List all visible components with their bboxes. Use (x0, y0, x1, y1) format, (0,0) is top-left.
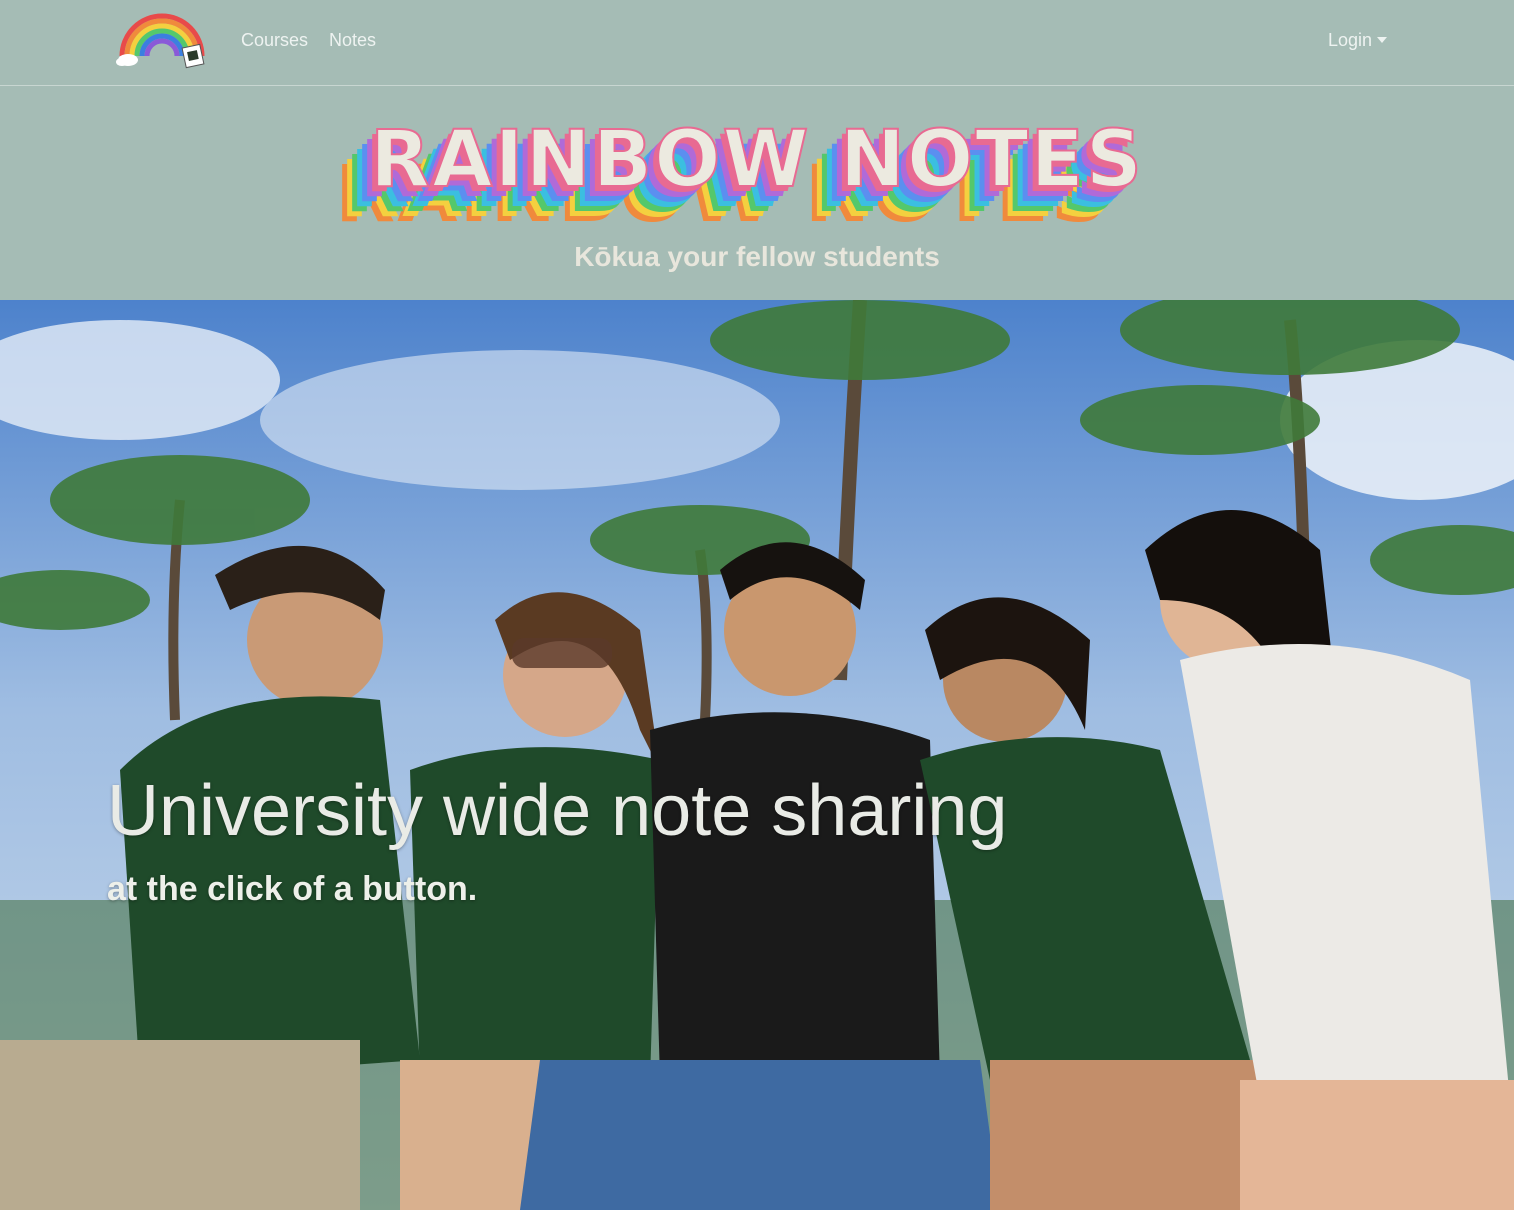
hero-subheading: at the click of a button. (107, 870, 478, 908)
login-dropdown[interactable]: Login (1328, 30, 1388, 51)
site-tagline: Kōkua your fellow students (574, 241, 940, 272)
caret-down-icon (1377, 37, 1388, 43)
nav-link-courses[interactable]: Courses (241, 30, 308, 51)
navbar: Courses Notes Login (0, 0, 1514, 86)
nav-link-notes[interactable]: Notes (329, 30, 376, 51)
login-label: Login (1328, 30, 1373, 50)
hero-heading: University wide note sharing (107, 771, 1008, 851)
rainbow-logo-icon[interactable] (114, 8, 210, 72)
site-title: RAINBOW NOTES (369, 114, 1144, 206)
brand-header: RAINBOW NOTES Kōkua your fellow students (0, 87, 1514, 300)
hero-photo (0, 300, 1514, 1210)
hero-banner: University wide note sharing at the clic… (0, 300, 1514, 1210)
